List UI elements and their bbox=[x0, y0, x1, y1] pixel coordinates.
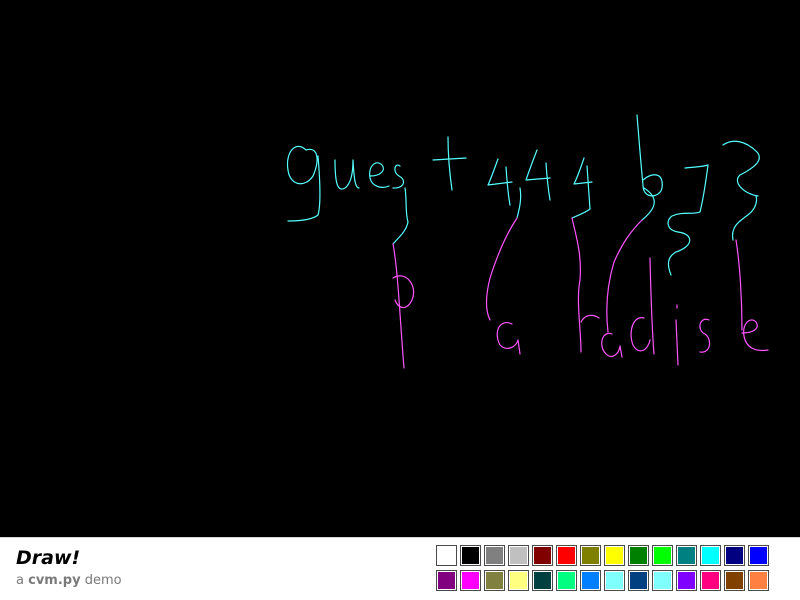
color-swatch[interactable] bbox=[604, 570, 625, 591]
stroke-4b bbox=[525, 149, 551, 201]
stroke-e bbox=[369, 162, 390, 188]
color-swatch[interactable] bbox=[508, 545, 529, 566]
subtitle-name: cvm.py bbox=[28, 573, 81, 588]
swatch-color-fill bbox=[558, 547, 575, 564]
stroke-d bbox=[630, 257, 655, 355]
drawing-canvas[interactable] bbox=[0, 0, 800, 537]
color-swatch[interactable] bbox=[628, 570, 649, 591]
swatch-color-fill bbox=[534, 572, 551, 589]
stroke-r bbox=[571, 217, 600, 353]
swatch-color-fill bbox=[606, 547, 623, 564]
swatch-color-fill bbox=[462, 547, 479, 564]
swatch-color-fill bbox=[582, 572, 599, 589]
stroke-drip-6 bbox=[731, 195, 758, 241]
color-swatch[interactable] bbox=[436, 570, 457, 591]
stroke-2 bbox=[722, 140, 760, 197]
swatch-color-fill bbox=[726, 572, 743, 589]
swatch-color-fill bbox=[486, 572, 503, 589]
stroke-e2 bbox=[735, 239, 769, 352]
swatch-color-fill bbox=[702, 572, 719, 589]
swatch-color-fill bbox=[534, 547, 551, 564]
color-swatch[interactable] bbox=[652, 570, 673, 591]
color-swatch[interactable] bbox=[724, 570, 745, 591]
stroke-a bbox=[486, 217, 521, 355]
color-swatch[interactable] bbox=[532, 545, 553, 566]
swatch-color-fill bbox=[510, 547, 527, 564]
swatch-color-fill bbox=[462, 572, 479, 589]
stroke-7 bbox=[684, 164, 709, 213]
toolbar-footer: Draw! a cvm.py demo bbox=[0, 537, 800, 600]
color-swatch[interactable] bbox=[652, 545, 673, 566]
app-title: Draw! bbox=[16, 547, 81, 569]
color-swatch[interactable] bbox=[508, 570, 529, 591]
swatch-color-fill bbox=[438, 547, 455, 564]
color-swatch[interactable] bbox=[484, 570, 505, 591]
color-swatch[interactable] bbox=[556, 545, 577, 566]
color-swatch[interactable] bbox=[748, 545, 769, 566]
stroke-b bbox=[636, 114, 663, 197]
stroke-s2 bbox=[699, 318, 711, 353]
color-swatch[interactable] bbox=[436, 545, 457, 566]
draw-app: Draw! a cvm.py demo bbox=[0, 0, 800, 600]
color-swatch[interactable] bbox=[460, 545, 481, 566]
swatch-color-fill bbox=[678, 547, 695, 564]
color-swatch[interactable] bbox=[484, 545, 505, 566]
swatch-color-fill bbox=[654, 572, 671, 589]
color-swatch[interactable] bbox=[676, 570, 697, 591]
stroke-drip-4 bbox=[641, 187, 655, 221]
swatch-color-fill bbox=[654, 547, 671, 564]
stroke-drip-5 bbox=[667, 211, 701, 276]
color-swatch[interactable] bbox=[700, 570, 721, 591]
stroke-t bbox=[432, 136, 467, 191]
drawing-strokes bbox=[286, 114, 769, 369]
color-swatch[interactable] bbox=[748, 570, 769, 591]
color-swatch[interactable] bbox=[700, 545, 721, 566]
stroke-4c bbox=[573, 157, 593, 210]
stroke-4a bbox=[487, 158, 513, 206]
color-palette bbox=[436, 545, 772, 593]
swatch-color-fill bbox=[678, 572, 695, 589]
stroke-drip-3 bbox=[571, 208, 591, 219]
color-swatch[interactable] bbox=[676, 545, 697, 566]
stroke-drip-2 bbox=[516, 187, 522, 219]
stroke-p bbox=[392, 243, 415, 369]
swatch-color-fill bbox=[510, 572, 527, 589]
stroke-u bbox=[334, 159, 360, 190]
color-swatch[interactable] bbox=[604, 545, 625, 566]
swatch-color-fill bbox=[582, 547, 599, 564]
swatch-color-fill bbox=[702, 547, 719, 564]
color-swatch[interactable] bbox=[556, 570, 577, 591]
stroke-drip-1 bbox=[392, 187, 409, 245]
swatch-color-fill bbox=[750, 572, 767, 589]
color-swatch[interactable] bbox=[724, 545, 745, 566]
swatch-color-fill bbox=[558, 572, 575, 589]
swatch-color-fill bbox=[630, 572, 647, 589]
color-swatch[interactable] bbox=[580, 570, 601, 591]
stroke-i bbox=[675, 304, 679, 366]
swatch-color-fill bbox=[630, 547, 647, 564]
subtitle-prefix: a bbox=[16, 573, 24, 588]
color-swatch[interactable] bbox=[628, 545, 649, 566]
stroke-a2 bbox=[601, 219, 643, 358]
swatch-color-fill bbox=[750, 547, 767, 564]
swatch-color-fill bbox=[438, 572, 455, 589]
swatch-color-fill bbox=[486, 547, 503, 564]
color-swatch[interactable] bbox=[460, 570, 481, 591]
swatch-color-fill bbox=[606, 572, 623, 589]
stroke-g bbox=[286, 145, 321, 222]
swatch-color-fill bbox=[726, 547, 743, 564]
color-swatch[interactable] bbox=[532, 570, 553, 591]
color-swatch[interactable] bbox=[580, 545, 601, 566]
app-subtitle: a cvm.py demo bbox=[16, 573, 122, 588]
stroke-s bbox=[392, 164, 405, 189]
subtitle-suffix: demo bbox=[84, 573, 122, 588]
